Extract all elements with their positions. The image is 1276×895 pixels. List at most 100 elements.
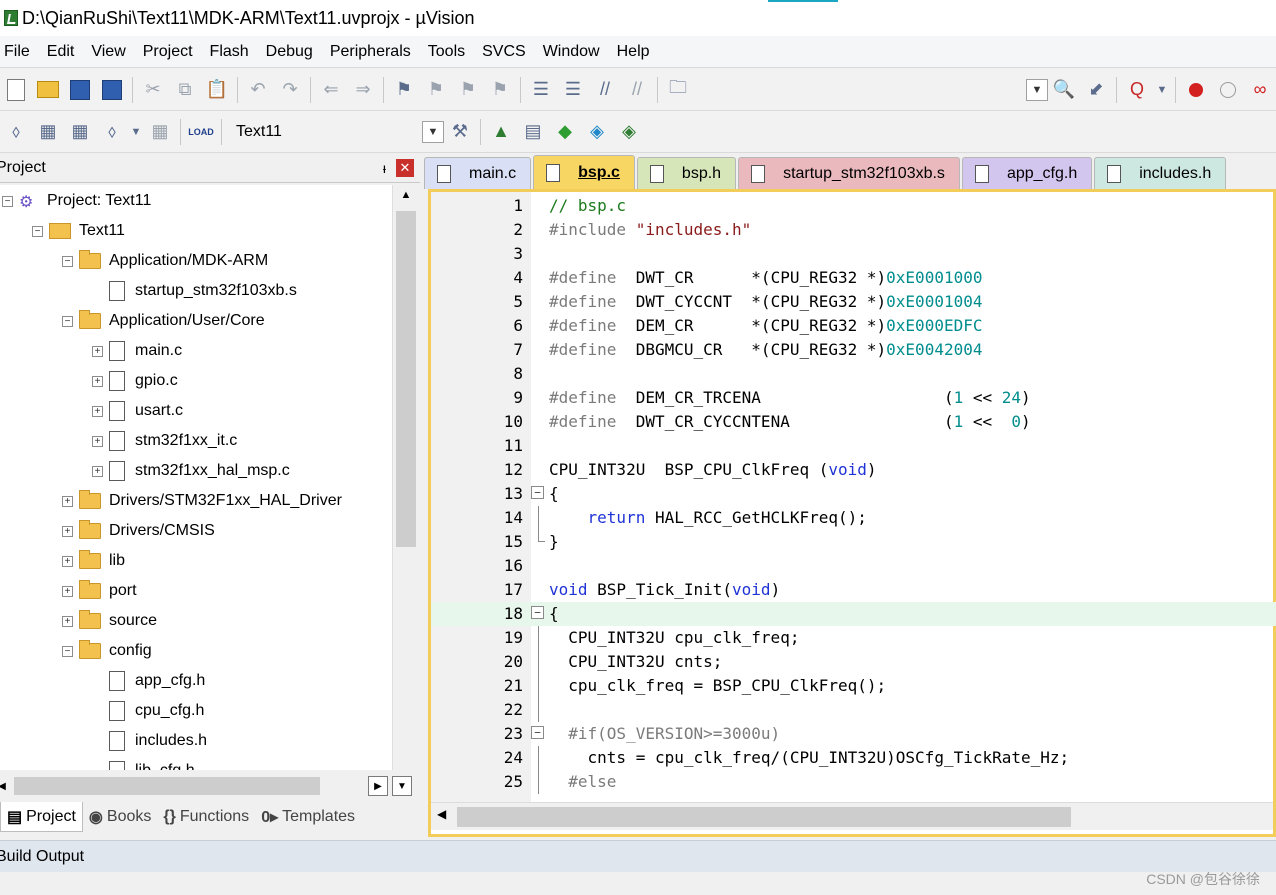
tree-item[interactable]: includes.h	[92, 726, 207, 756]
tree-item[interactable]: − config	[62, 636, 152, 666]
close-icon[interactable]: ✕	[396, 158, 414, 177]
menu-peripherals[interactable]: Peripherals	[326, 43, 420, 61]
undo-icon[interactable]: ↶	[244, 76, 272, 104]
tree-item[interactable]: + usart.c	[92, 396, 183, 426]
scroll-thumb[interactable]	[457, 807, 1071, 827]
indent-icon[interactable]: ☰	[527, 76, 555, 104]
scroll-thumb[interactable]	[14, 777, 320, 795]
copy-icon[interactable]: ⧉	[171, 76, 199, 104]
expand-icon[interactable]: +	[92, 405, 103, 417]
expand-icon[interactable]: +	[92, 465, 103, 477]
batch-build-icon[interactable]: ⬨	[98, 118, 126, 146]
target-select[interactable]: Text11	[232, 119, 422, 145]
tree-item[interactable]: − Text11	[32, 216, 125, 246]
debug-dropdown-icon[interactable]: ▼	[1155, 76, 1169, 104]
scroll-thumb[interactable]	[396, 211, 416, 547]
translate-icon[interactable]: ⬨	[2, 118, 30, 146]
tree-item[interactable]: − Application/User/Core	[62, 306, 265, 336]
pack-installer-icon[interactable]: ◆	[551, 118, 579, 146]
menu-debug[interactable]: Debug	[262, 43, 322, 61]
panel-tab-functions[interactable]: {} Functions	[157, 802, 255, 832]
panel-tab-books[interactable]: ◉ Books	[83, 802, 157, 832]
menu-svcs[interactable]: SVCS	[478, 43, 535, 61]
build-icon[interactable]: ▦	[34, 118, 62, 146]
paste-icon[interactable]: 📋	[203, 76, 231, 104]
scroll-left-icon[interactable]: ◀	[0, 776, 12, 796]
tree-item[interactable]: cpu_cfg.h	[92, 696, 204, 726]
bookmark-icon[interactable]: ⚑	[390, 76, 418, 104]
collapse-icon[interactable]: −	[62, 315, 73, 327]
tree-item[interactable]: lib_cfg.h	[92, 756, 195, 770]
editor-horizontal-scrollbar[interactable]: ◀	[431, 802, 1273, 830]
tree-item[interactable]: + port	[62, 576, 137, 606]
tree-item[interactable]: startup_stm32f103xb.s	[92, 276, 297, 306]
tree-item[interactable]: − Application/MDK-ARM	[62, 246, 268, 276]
editor-tab[interactable]: bsp.h	[636, 157, 737, 189]
redo-icon[interactable]: ↷	[276, 76, 304, 104]
expand-icon[interactable]: +	[62, 495, 73, 507]
next-bookmark-icon[interactable]: ⚑	[454, 76, 482, 104]
menu-project[interactable]: Project	[139, 43, 202, 61]
menu-edit[interactable]: Edit	[43, 43, 84, 61]
expand-icon[interactable]: +	[92, 375, 103, 387]
kill-breakpoints-icon[interactable]: ∞	[1246, 76, 1274, 104]
code-editor[interactable]: 1 // bsp.c 2 #include "includes.h" 3 4 #define…	[428, 189, 1276, 837]
open-file-icon[interactable]	[34, 76, 62, 104]
clear-bookmarks-icon[interactable]: ⚑	[486, 76, 514, 104]
tree-item[interactable]: + Drivers/CMSIS	[62, 516, 215, 546]
select-packs-icon[interactable]: ▤	[519, 118, 547, 146]
editor-tab[interactable]: bsp.c	[533, 155, 635, 189]
expand-icon[interactable]: +	[62, 555, 73, 567]
editor-tab[interactable]: main.c	[424, 157, 532, 189]
tree-item[interactable]: + lib	[62, 546, 125, 576]
tree-item[interactable]: + Drivers/STM32F1xx_HAL_Driver	[62, 486, 342, 516]
target-options-icon[interactable]: ⚒	[446, 118, 474, 146]
pin-icon[interactable]: ᵼ	[383, 160, 386, 176]
comment-icon[interactable]: //	[591, 76, 619, 104]
manage-project-items-icon[interactable]: ▲	[487, 118, 515, 146]
editor-tab[interactable]: app_cfg.h	[961, 157, 1093, 189]
tree-item[interactable]: + gpio.c	[92, 366, 178, 396]
rebuild-icon[interactable]: ▦	[66, 118, 94, 146]
tree-item[interactable]: + source	[62, 606, 157, 636]
collapse-icon[interactable]: −	[32, 225, 43, 237]
find-in-files-icon[interactable]: 🗀	[664, 76, 692, 104]
expand-icon[interactable]: +	[62, 585, 73, 597]
incremental-find-icon[interactable]: ⬋	[1082, 76, 1110, 104]
menu-file[interactable]: File	[0, 43, 39, 61]
fold-collapse-icon[interactable]: −	[531, 606, 544, 619]
menu-tools[interactable]: Tools	[424, 43, 474, 61]
target-dropdown-icon[interactable]: ▼	[422, 120, 444, 143]
tree-item[interactable]: − ⚙ Project: Text11	[2, 186, 151, 216]
find-icon[interactable]: 🔍	[1050, 76, 1078, 104]
collapse-icon[interactable]: −	[62, 645, 73, 657]
expand-icon[interactable]: +	[62, 615, 73, 627]
unindent-icon[interactable]: ☰	[559, 76, 587, 104]
panel-tab-templates[interactable]: 0▸ Templates	[255, 802, 361, 832]
menu-help[interactable]: Help	[613, 43, 659, 61]
tree-item[interactable]: app_cfg.h	[92, 666, 205, 696]
tree-horizontal-scrollbar[interactable]: ◀ ▶ ▼	[0, 773, 418, 799]
scroll-down-icon[interactable]: ▼	[392, 776, 412, 796]
collapse-icon[interactable]: −	[62, 255, 73, 267]
disable-breakpoint-icon[interactable]	[1214, 76, 1242, 104]
navigate-forward-icon[interactable]: ⇒	[349, 76, 377, 104]
collapse-icon[interactable]: −	[2, 195, 13, 207]
panel-tab-project[interactable]: ▤ Project	[0, 802, 83, 832]
uncomment-icon[interactable]: //	[623, 76, 651, 104]
batch-dropdown-icon[interactable]: ▼	[130, 118, 142, 146]
breakpoint-icon[interactable]	[1182, 76, 1210, 104]
scroll-up-icon[interactable]: ▲	[397, 189, 415, 207]
new-file-icon[interactable]	[2, 76, 30, 104]
expand-icon[interactable]: +	[62, 525, 73, 537]
cut-icon[interactable]: ✂	[139, 76, 167, 104]
debug-session-icon[interactable]: Q	[1123, 76, 1151, 104]
menu-flash[interactable]: Flash	[206, 43, 258, 61]
software-packs-icon[interactable]: ◈	[615, 118, 643, 146]
expand-icon[interactable]: +	[92, 345, 103, 357]
fold-collapse-icon[interactable]: −	[531, 726, 544, 739]
prev-bookmark-icon[interactable]: ⚑	[422, 76, 450, 104]
rte-icon[interactable]: ◈	[583, 118, 611, 146]
load-icon[interactable]: LOAD	[187, 118, 215, 146]
tree-vertical-scrollbar[interactable]: ▲	[392, 185, 418, 770]
